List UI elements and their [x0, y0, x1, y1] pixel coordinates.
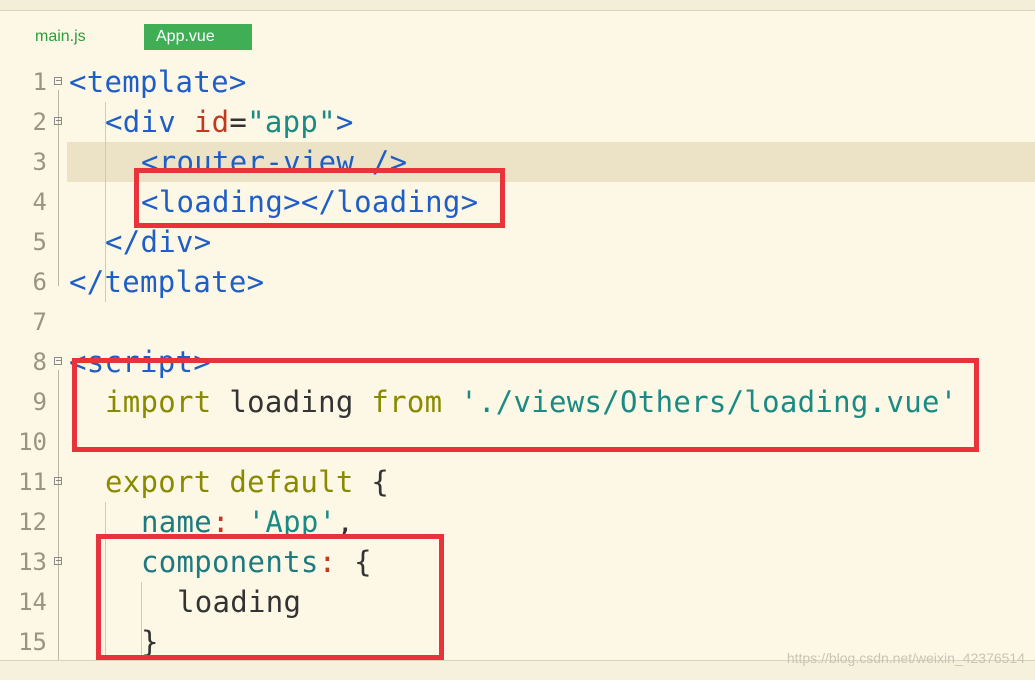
line-number: 11 [18, 468, 47, 496]
code-token: { [353, 465, 390, 499]
fold-toggle-icon[interactable]: − [54, 557, 62, 565]
window-top-strip [0, 0, 1035, 11]
tab-main-js[interactable]: main.js [35, 24, 86, 50]
line-number: 12 [18, 508, 47, 536]
line-number: 14 [18, 588, 47, 616]
code-line: 6 </template> [0, 262, 1035, 302]
code-token: "app" [247, 105, 336, 139]
line-number: 4 [32, 188, 47, 216]
fold-toggle-icon[interactable]: − [54, 477, 62, 485]
line-number: 6 [32, 268, 47, 296]
line-number: 3 [32, 148, 47, 176]
line-number: 15 [18, 628, 47, 656]
line-number: 10 [18, 428, 47, 456]
code-token: export [105, 465, 212, 499]
watermark-text: https://blog.csdn.net/weixin_42376514 [786, 650, 1025, 666]
code-token: </div> [105, 225, 212, 259]
line-number: 2 [32, 108, 47, 136]
code-line: 5 </div> [0, 222, 1035, 262]
code-line: 7 [0, 302, 1035, 342]
fold-toggle-icon[interactable]: − [54, 357, 62, 365]
tab-bar: main.js App.vue [0, 11, 1035, 55]
annotation-box-components [96, 534, 444, 660]
tab-app-vue[interactable]: App.vue [144, 24, 252, 50]
fold-toggle-icon[interactable]: − [54, 77, 62, 85]
line-number: 9 [32, 388, 47, 416]
line-number: 1 [32, 68, 47, 96]
code-token: <template> [69, 65, 247, 99]
annotation-box-loading-tag [134, 168, 505, 228]
line-number: 7 [32, 308, 47, 336]
code-token: id [193, 105, 230, 139]
code-token: <div [105, 105, 194, 139]
code-token: = [229, 105, 248, 139]
line-number: 8 [32, 348, 47, 376]
code-line: 1 − <template> [0, 62, 1035, 102]
annotation-box-import [72, 358, 979, 452]
code-line: 2 − <div id="app"> [0, 102, 1035, 142]
code-editor[interactable]: 1 − <template> 2 − <div id="app"> 3 <rou… [0, 62, 1035, 660]
code-line: 11 − export default { [0, 462, 1035, 502]
code-token: </template> [69, 265, 265, 299]
line-number: 13 [18, 548, 47, 576]
code-token: default [211, 465, 354, 499]
line-number: 5 [32, 228, 47, 256]
fold-toggle-icon[interactable]: − [54, 117, 62, 125]
code-token: > [335, 105, 354, 139]
